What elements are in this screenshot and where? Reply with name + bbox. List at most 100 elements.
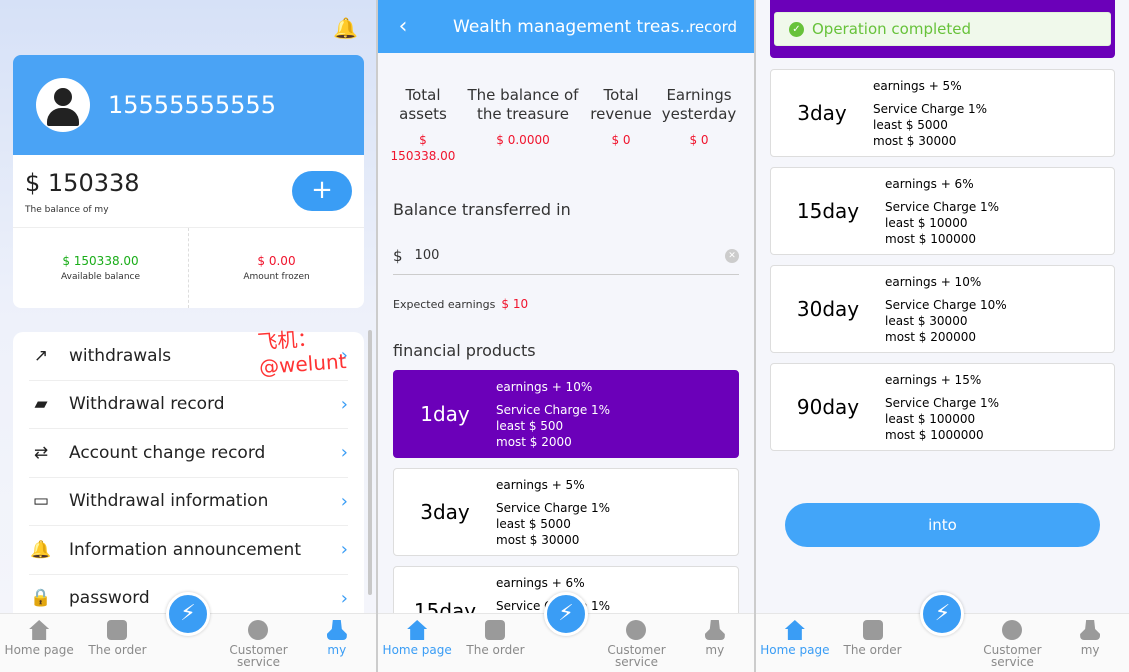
- tab-my[interactable]: my: [1051, 614, 1129, 672]
- amount-row: $ ✕: [393, 237, 739, 275]
- tab-label: Customer service: [607, 643, 666, 669]
- tab-customer-service[interactable]: Customer service: [597, 614, 675, 672]
- balance-label: The balance of my: [25, 205, 109, 215]
- lightning-icon[interactable]: ⚡: [543, 592, 588, 636]
- tab-customer-service[interactable]: Customer service: [974, 614, 1052, 672]
- profile-card: 15555555555: [13, 55, 364, 155]
- lock-icon: 🔒: [30, 588, 52, 609]
- tab-home[interactable]: Home page: [0, 614, 78, 672]
- product-day: 30day: [796, 297, 860, 321]
- tab-bar: Home page The order ⚡ Customer service m…: [0, 592, 376, 672]
- product-card[interactable]: 90day earnings + 15% Service Charge 1% leas…: [770, 363, 1115, 451]
- currency-symbol: $: [393, 246, 403, 265]
- stat-value: $ 0.0000: [496, 133, 550, 147]
- tab-bar: Home page The order ⚡ Customer service m…: [756, 592, 1129, 672]
- bell-icon: 🔔: [30, 539, 52, 560]
- tab-center[interactable]: ⚡: [535, 592, 598, 672]
- product-earnings: earnings + 6%: [496, 576, 585, 590]
- tab-customer-service[interactable]: Customer service: [219, 614, 297, 672]
- tab-my[interactable]: my: [676, 614, 754, 672]
- lightning-icon[interactable]: ⚡: [920, 592, 965, 636]
- menu-label: Account change record: [69, 442, 266, 463]
- tab-label: my: [705, 643, 725, 657]
- transfer-heading: Balance transferred in: [393, 200, 571, 219]
- tab-home[interactable]: Home page: [378, 614, 456, 672]
- product-day: 90day: [796, 395, 860, 419]
- user-icon: [704, 620, 725, 640]
- menu-item-withdrawal-record[interactable]: ▰ Withdrawal record ›: [29, 381, 348, 429]
- product-most: most $ 30000: [873, 133, 957, 148]
- tab-order[interactable]: The order: [834, 614, 912, 672]
- toast-message: Operation completed: [812, 20, 972, 38]
- arrow-icon: ↗: [33, 345, 49, 366]
- product-day: 15day: [796, 199, 860, 223]
- product-card[interactable]: 1day earnings + 10% Service Charge 1% least…: [393, 370, 739, 458]
- stat-treasure-balance: The balance of the treasure $ 0.0000: [460, 86, 586, 164]
- tab-label: Customer service: [983, 643, 1042, 669]
- into-button[interactable]: into: [785, 503, 1100, 547]
- tab-home[interactable]: Home page: [756, 614, 834, 672]
- order-icon: [107, 620, 128, 640]
- product-card[interactable]: 30day earnings + 10% Service Charge 10% lea…: [770, 265, 1115, 353]
- stat-earnings-yesterday: Earnings yesterday $ 0: [656, 86, 742, 164]
- tab-label: The order: [88, 643, 147, 657]
- home-icon: [784, 620, 805, 640]
- stat-label: The balance of the treasure: [467, 86, 579, 123]
- exchange-icon: ⇄: [33, 442, 49, 463]
- tab-order[interactable]: The order: [78, 614, 156, 672]
- clear-icon[interactable]: ✕: [725, 248, 739, 263]
- menu-item-information-announcement[interactable]: 🔔 Information announcement ›: [29, 526, 348, 575]
- available-value: $ 150338.00: [62, 254, 139, 268]
- available-label: Available balance: [60, 272, 141, 282]
- tab-label: my: [1080, 643, 1100, 657]
- stat-value: $ 0: [611, 133, 631, 147]
- menu-list: ↗ withdrawals › ▰ Withdrawal record › ⇄ Accou…: [13, 332, 364, 623]
- toast: ✓ Operation completed: [774, 12, 1111, 46]
- card-icon: ▭: [32, 491, 50, 512]
- tab-order[interactable]: The order: [456, 614, 534, 672]
- add-button[interactable]: +: [292, 171, 352, 211]
- menu-item-account-change-record[interactable]: ⇄ Account change record ›: [29, 429, 348, 478]
- product-earnings: earnings + 10%: [496, 379, 593, 394]
- product-earnings: earnings + 6%: [885, 176, 974, 191]
- product-card[interactable]: 3day earnings + 5% Service Charge 1% least …: [393, 468, 739, 556]
- menu-item-withdrawal-information[interactable]: ▭ Withdrawal information ›: [29, 478, 348, 526]
- page-title: Wealth management treas...: [453, 16, 690, 37]
- product-card[interactable]: 15day earnings + 6% Service Charge 1% least…: [770, 167, 1115, 255]
- product-most: most $ 100000: [885, 231, 977, 246]
- stat-total-assets: Total assets $ 150338.00: [386, 86, 460, 164]
- tab-my[interactable]: my: [298, 614, 376, 672]
- amount-input[interactable]: [414, 248, 725, 263]
- product-earnings: earnings + 5%: [496, 477, 585, 492]
- chat-icon: [1002, 620, 1023, 640]
- bell-icon[interactable]: 🔔: [333, 16, 358, 40]
- expected-earnings: Expected earnings $ 10: [393, 297, 739, 311]
- lightning-icon[interactable]: ⚡: [165, 592, 210, 636]
- product-charge: Service Charge 1%: [885, 199, 1000, 214]
- tab-label: Home page: [4, 643, 74, 657]
- tab-center[interactable]: ⚡: [157, 592, 220, 672]
- chevron-right-icon: ›: [340, 442, 348, 464]
- stat-label: Total assets: [399, 86, 447, 123]
- frozen-amount: $ 0.00 Amount frozen: [188, 228, 364, 308]
- stat-label: Total revenue: [590, 86, 652, 123]
- stat-total-revenue: Total revenue $ 0: [586, 86, 656, 164]
- treasure-screen-scrolled: ✓ Operation completed 3day earnings + 5% Se…: [756, 0, 1129, 672]
- expected-value: $ 10: [501, 297, 529, 311]
- product-most: most $ 2000: [496, 434, 572, 449]
- record-link[interactable]: record: [689, 18, 737, 36]
- header: ‹ Wealth management treas... record: [378, 0, 754, 53]
- chevron-right-icon: ›: [340, 490, 348, 512]
- stat-label: Earnings yesterday: [661, 86, 737, 123]
- balance-card: $ 150338 The balance of my + $ 150338.00…: [13, 155, 364, 308]
- expected-label: Expected earnings: [393, 298, 496, 311]
- back-icon[interactable]: ‹: [378, 14, 428, 39]
- chat-icon: [248, 620, 269, 640]
- tab-center[interactable]: ⚡: [911, 592, 973, 672]
- menu-label: Withdrawal record: [69, 394, 225, 415]
- chevron-right-icon: ›: [340, 587, 348, 609]
- treasure-screen: ‹ Wealth management treas... record Tota…: [378, 0, 754, 672]
- stat-value: $ 150338.00: [390, 133, 456, 163]
- home-icon: [407, 620, 428, 640]
- product-card[interactable]: 3day earnings + 5% Service Charge 1% least …: [770, 69, 1115, 157]
